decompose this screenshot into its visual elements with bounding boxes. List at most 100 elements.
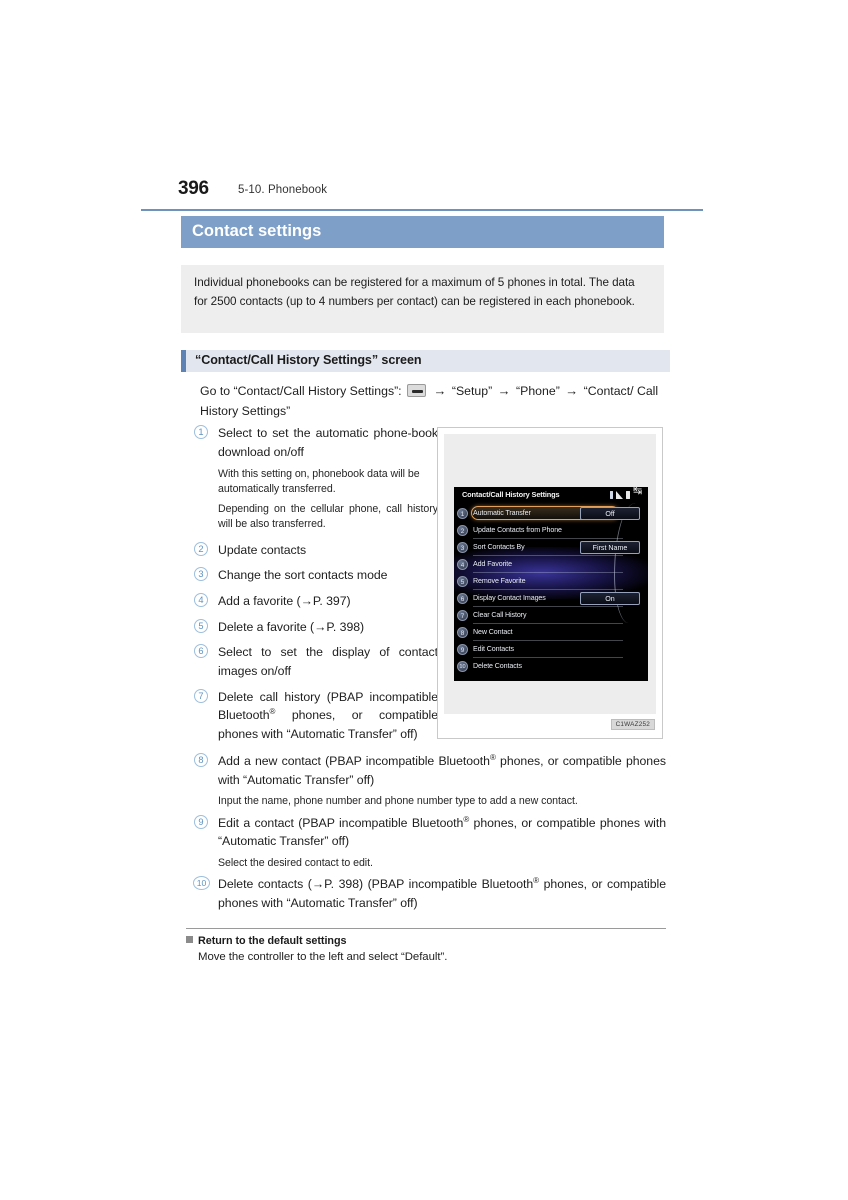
list-number-1: 1 [194, 425, 208, 439]
screen-title: Contact/Call History Settings [462, 490, 560, 499]
subsection-heading: “Contact/Call History Settings” screen [195, 353, 422, 367]
row-number-7: 7 [457, 609, 468, 621]
heading-accent-tick [181, 350, 186, 372]
row-label: Delete Contacts [473, 661, 522, 670]
row-number-5: 5 [457, 575, 468, 587]
list-item-note: Depending on the cellular phone, call hi… [218, 503, 438, 531]
list-item-note: Input the name, phone number and phone n… [218, 795, 578, 808]
row-number-4: 4 [457, 558, 468, 570]
running-head: 396 5-10. Phonebook [178, 178, 698, 206]
row-number-9: 9 [457, 643, 468, 655]
row-number-1: 1 [457, 507, 468, 519]
screen-header: Contact/Call History Settings [454, 486, 648, 503]
list-item-text: Edit a contact (PBAP incompatible Blueto… [218, 814, 666, 851]
list-number-7: 7 [194, 688, 208, 703]
path-arrow-3: → [565, 383, 579, 398]
subsection-heading-bar: “Contact/Call History Settings” screen [181, 350, 670, 372]
row-label: Add Favorite [473, 559, 513, 568]
row-number-2: 2 [457, 524, 468, 536]
navigation-path: Go to “Contact/Call History Settings”: →… [200, 381, 665, 421]
figure-code: C1WAZ252 [610, 719, 655, 730]
bluetooth-icon [610, 491, 613, 499]
screen-row-edit-contacts[interactable]: 9 Edit Contacts [454, 641, 648, 658]
list-item: 7 Delete call history (PBAP incompatible… [194, 688, 438, 744]
row-label: Update Contacts from Phone [473, 525, 562, 534]
path-step-phone: “Phone” [516, 384, 560, 398]
row-label: New Contact [473, 627, 513, 636]
row-number-10: 10 [457, 660, 468, 672]
list-item-text: Add a favorite (→P. 397) [218, 593, 351, 608]
list-number-9: 9 [194, 814, 208, 829]
list-item-note: With this setting on, phonebook data wil… [218, 468, 420, 496]
section-label: 5-10. Phonebook [238, 184, 328, 196]
page-title: Contact settings [192, 222, 322, 240]
list-item-text: Add a new contact (PBAP incompatible Blu… [218, 752, 666, 789]
menu-button-icon [407, 384, 427, 397]
square-bullet-icon [186, 936, 193, 943]
row-value[interactable]: First Name [580, 540, 640, 554]
screen-row-automatic-transfer[interactable]: 1 Automatic Transfer Off [454, 505, 648, 522]
row-number-3: 3 [457, 541, 468, 553]
screen-row-delete-contacts[interactable]: 10 Delete Contacts [454, 658, 648, 675]
numbered-list-narrow: 1 Select to set the automatic phone-book… [194, 424, 438, 746]
return-to-default-block: Return to the default settings Move the … [186, 935, 666, 963]
intro-text: Individual phonebooks can be registered … [194, 276, 635, 308]
figure-background: Contact/Call History Settings 1 Automati… [444, 434, 656, 714]
path-arrow-1: → [433, 383, 447, 398]
return-body-text: Move the controller to the left and sele… [198, 951, 448, 963]
list-number-5: 5 [194, 618, 208, 633]
list-item-text-pre: Add a new contact (PBAP incompatible Blu… [218, 754, 490, 769]
signal-icon [616, 491, 623, 499]
list-item: 6 Select to set the display of contact i… [194, 643, 438, 680]
nav-screen: Contact/Call History Settings 1 Automati… [454, 486, 648, 681]
manual-page: 396 5-10. Phonebook Contact settings Ind… [0, 0, 848, 1200]
screen-row-sort-contacts-by[interactable]: 3 Sort Contacts By First Name [454, 539, 648, 556]
list-item: 1 Select to set the automatic phone-book… [194, 424, 438, 461]
list-item-text: Select to set the automatic phone-book d… [218, 426, 438, 459]
screen-row-remove-favorite[interactable]: 5 Remove Favorite [454, 573, 648, 590]
row-label: Automatic Transfer [473, 508, 531, 517]
screen-row-add-favorite[interactable]: 4 Add Favorite [454, 556, 648, 573]
list-item-text: Update contacts [218, 542, 307, 557]
row-label: Sort Contacts By [473, 542, 525, 551]
list-item-text: Delete a favorite (→P. 398) [218, 619, 365, 634]
screen-row-display-contact-images[interactable]: 6 Display Contact Images On [454, 590, 648, 607]
row-number-8: 8 [457, 626, 468, 638]
list-item: 9 Edit a contact (PBAP incompatible Blue… [194, 814, 666, 851]
numbered-list-wide: 8 Add a new contact (PBAP incompatible B… [193, 752, 666, 914]
list-item-text: Delete contacts (→P. 398) (PBAP incompat… [218, 875, 666, 912]
list-number-6: 6 [194, 644, 208, 659]
list-item: 8 Add a new contact (PBAP incompatible B… [194, 752, 666, 789]
list-item-text: Delete call history (PBAP incompatible B… [218, 688, 438, 744]
list-number-4: 4 [194, 592, 208, 607]
path-arrow-2: → [497, 383, 511, 398]
screen-row-update-contacts-from-phone[interactable]: 2 Update Contacts from Phone [454, 522, 648, 539]
intro-note-box: Individual phonebooks can be registered … [181, 265, 664, 333]
row-label: Edit Contacts [473, 644, 514, 653]
back-icon[interactable] [633, 486, 643, 499]
row-label: Remove Favorite [473, 576, 526, 585]
return-heading-text: Return to the default settings [198, 935, 347, 947]
list-item-note: Select the desired contact to edit. [218, 856, 373, 869]
page-number: 396 [178, 178, 209, 199]
header-rule [141, 209, 703, 211]
list-item-text-pre: Edit a contact (PBAP incompatible Blueto… [218, 815, 464, 830]
screen-row-new-contact[interactable]: 8 New Contact [454, 624, 648, 641]
page-title-bar: Contact settings [181, 216, 664, 248]
list-number-3: 3 [194, 567, 208, 582]
return-heading: Return to the default settings [186, 935, 666, 947]
row-value[interactable]: Off [580, 506, 640, 520]
section-divider [186, 928, 666, 929]
list-item-text-pre: Delete contacts (→P. 398) (PBAP incompat… [218, 877, 534, 892]
battery-icon [626, 491, 630, 499]
list-number-10: 10 [193, 876, 210, 890]
list-number-2: 2 [194, 541, 208, 556]
row-value[interactable]: On [580, 591, 640, 605]
screen-status-icons [610, 486, 643, 499]
list-item: 4 Add a favorite (→P. 397) [194, 592, 438, 611]
list-item: 2 Update contacts [194, 541, 438, 560]
screen-row-clear-call-history[interactable]: 7 Clear Call History [454, 607, 648, 624]
figure-contact-call-history-screen: Contact/Call History Settings 1 Automati… [437, 427, 663, 739]
row-label: Clear Call History [473, 610, 527, 619]
list-item: 3 Change the sort contacts mode [194, 566, 438, 585]
